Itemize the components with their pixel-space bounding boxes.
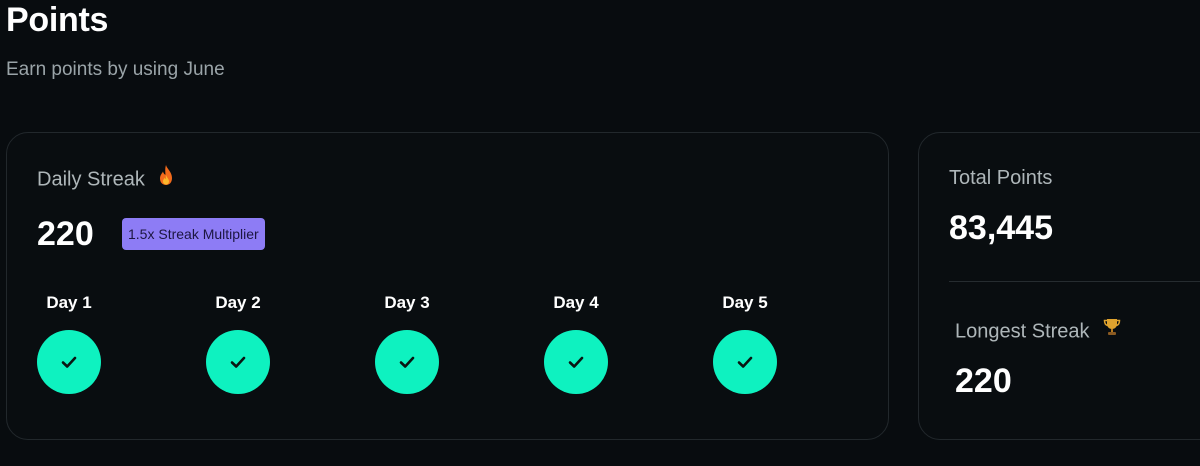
- longest-streak-label: Longest Streak: [955, 320, 1090, 343]
- checkmark-icon: [230, 356, 246, 368]
- fire-icon: [158, 164, 174, 192]
- day-complete-indicator: [713, 330, 777, 394]
- daily-streak-card: Daily Streak 220 1.5x Streak Multiplier …: [6, 132, 889, 440]
- day-item-3: Day 3: [375, 291, 439, 394]
- day-label: Day 4: [553, 293, 599, 312]
- longest-streak-value: 220: [955, 362, 1012, 400]
- total-points-value: 83,445: [949, 209, 1053, 247]
- daily-streak-heading: Daily Streak: [37, 164, 174, 194]
- streak-multiplier-badge: 1.5x Streak Multiplier: [122, 218, 265, 250]
- checkmark-icon: [737, 356, 753, 368]
- checkmark-icon: [568, 356, 584, 368]
- day-item-5: Day 5: [713, 291, 777, 394]
- page-subtitle: Earn points by using June: [6, 59, 225, 80]
- daily-streak-label: Daily Streak: [37, 168, 145, 191]
- day-label: Day 1: [46, 293, 92, 312]
- streak-count: 220: [37, 215, 94, 253]
- checkmark-icon: [61, 356, 77, 368]
- day-label: Day 5: [722, 293, 768, 312]
- divider: [949, 281, 1200, 282]
- day-complete-indicator: [375, 330, 439, 394]
- trophy-icon: [1103, 317, 1121, 343]
- total-points-label: Total Points: [949, 167, 1053, 189]
- day-complete-indicator: [544, 330, 608, 394]
- totals-card: Total Points 83,445 Longest Streak 220: [918, 132, 1200, 440]
- longest-streak-heading: Longest Streak: [955, 319, 1121, 345]
- day-label: Day 2: [215, 293, 261, 312]
- day-item-1: Day 1: [37, 291, 101, 394]
- day-item-4: Day 4: [544, 291, 608, 394]
- day-item-2: Day 2: [206, 291, 270, 394]
- day-complete-indicator: [37, 330, 101, 394]
- day-complete-indicator: [206, 330, 270, 394]
- checkmark-icon: [399, 356, 415, 368]
- page-title: Points: [6, 1, 109, 39]
- day-label: Day 3: [384, 293, 430, 312]
